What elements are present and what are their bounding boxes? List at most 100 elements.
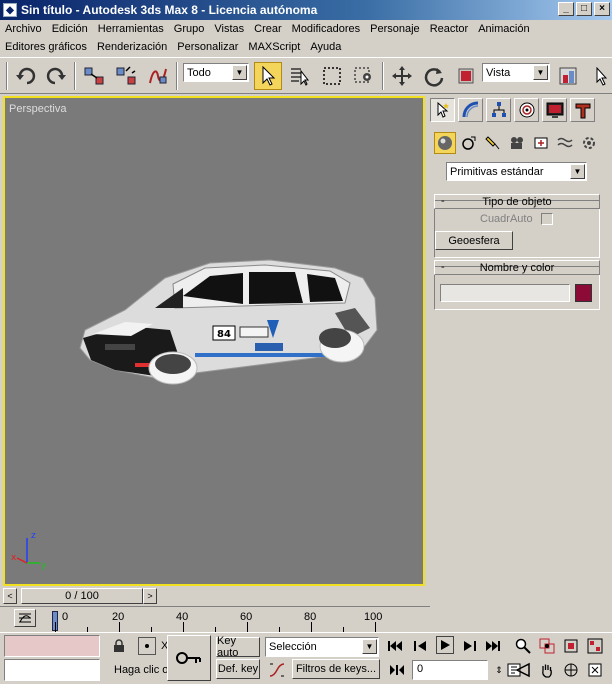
close-button[interactable]: ×	[594, 2, 610, 16]
next-frame-icon[interactable]	[460, 637, 478, 655]
window-title: Sin título - Autodesk 3ds Max 8 - Licenc…	[21, 3, 318, 17]
menu-editores-graficos[interactable]: Editores gráficos	[0, 41, 92, 53]
go-to-start-icon[interactable]	[386, 637, 404, 655]
lights-icon[interactable]	[482, 132, 504, 154]
menu-crear[interactable]: Crear	[249, 23, 287, 35]
systems-icon[interactable]	[578, 132, 600, 154]
perspective-viewport[interactable]: Perspectiva 84 z y x	[3, 96, 425, 586]
menu-vistas[interactable]: Vistas	[209, 23, 249, 35]
tab-modify[interactable]	[458, 98, 483, 122]
selection-filter-value: Todo	[187, 66, 211, 79]
space-warps-icon[interactable]	[554, 132, 576, 154]
time-slider-thumb[interactable]: 0 / 100	[21, 588, 143, 604]
zoom-all-icon[interactable]	[538, 637, 556, 655]
motion-icon	[519, 102, 534, 118]
play-icon[interactable]	[436, 636, 454, 654]
maxscript-listener-bottom[interactable]	[4, 659, 100, 681]
menu-renderizacion[interactable]: Renderización	[92, 41, 172, 53]
autogrid-label: CuadrAuto	[480, 213, 533, 225]
axis-y-label: y	[41, 561, 47, 571]
maxscript-listener-top[interactable]	[4, 635, 100, 657]
menu-ayuda[interactable]: Ayuda	[305, 41, 346, 53]
redo-icon[interactable]	[42, 62, 70, 90]
rotate-icon[interactable]	[420, 62, 448, 90]
maximize-viewport-icon[interactable]	[586, 661, 604, 679]
zoom-extents-icon[interactable]	[562, 637, 580, 655]
menu-bar-row-1: Archivo Edición Herramientas Grupo Vista…	[0, 20, 535, 38]
mini-curve-editor-icon[interactable]	[14, 609, 36, 627]
menu-maxscript[interactable]: MAXScript	[243, 41, 305, 53]
tab-hierarchy[interactable]	[486, 98, 511, 122]
absolute-mode-icon[interactable]	[138, 637, 156, 655]
menu-reactor[interactable]: Reactor	[425, 23, 474, 35]
chevron-right-icon[interactable]: >	[143, 588, 157, 604]
set-key-button[interactable]: Def. key	[216, 659, 260, 679]
move-icon[interactable]	[388, 62, 416, 90]
menu-modificadores[interactable]: Modificadores	[287, 23, 365, 35]
key-mode-toggle-icon[interactable]	[388, 661, 406, 679]
undo-icon[interactable]	[12, 62, 40, 90]
select-and-manipulate-icon[interactable]	[586, 62, 612, 90]
toolbar-separator	[176, 62, 178, 90]
object-category-dropdown[interactable]: Primitivas estándar ▼	[446, 162, 587, 181]
maximize-button[interactable]: □	[576, 2, 592, 16]
object-name-field[interactable]	[440, 284, 570, 302]
key-selection-dropdown[interactable]: Selección ▼	[265, 637, 379, 657]
key-filters-button[interactable]: Filtros de keys...	[292, 659, 380, 679]
window-crossing-icon[interactable]	[350, 62, 378, 90]
tab-motion[interactable]	[514, 98, 539, 122]
track-bar[interactable]: 0 20 40 60 80 100	[0, 606, 430, 632]
zoom-extents-all-icon[interactable]	[586, 637, 604, 655]
autogrid-checkbox[interactable]	[541, 213, 553, 225]
select-object-icon[interactable]	[254, 62, 282, 90]
object-color-swatch[interactable]	[575, 284, 592, 302]
geosphere-button[interactable]: Geoesfera	[435, 231, 513, 250]
menu-personaje[interactable]: Personaje	[365, 23, 425, 35]
menu-animacion[interactable]: Animación	[473, 23, 534, 35]
tab-create[interactable]	[430, 98, 455, 122]
field-of-view-icon[interactable]	[514, 661, 532, 679]
menu-archivo[interactable]: Archivo	[0, 23, 47, 35]
svg-text:84: 84	[217, 329, 231, 340]
reference-coordinate-value: Vista	[486, 66, 511, 79]
toolbar-separator	[382, 62, 384, 90]
current-frame-field[interactable]: 0	[412, 660, 488, 680]
name-color-rollout-header[interactable]: - Nombre y color	[434, 260, 600, 275]
main-toolbar: Todo ▼ Vista ▼	[0, 57, 612, 94]
menu-edicion[interactable]: Edición	[47, 23, 93, 35]
use-pivot-center-icon[interactable]	[554, 62, 582, 90]
unlink-selection-icon[interactable]	[112, 62, 140, 90]
tick-label: 40	[176, 611, 189, 623]
previous-frame-icon[interactable]	[412, 637, 430, 655]
arc-rotate-icon[interactable]	[562, 661, 580, 679]
geometry-icon[interactable]	[434, 132, 456, 154]
chevron-left-icon[interactable]: <	[3, 588, 17, 604]
default-in-out-tangents-icon[interactable]	[268, 661, 286, 679]
3ds-max-icon[interactable]: ◆	[3, 3, 17, 17]
car-model[interactable]: 84 z y x	[5, 98, 423, 584]
object-category-value: Primitivas estándar	[450, 165, 544, 178]
reference-coordinate-dropdown[interactable]: Vista ▼	[482, 63, 550, 82]
auto-key-button[interactable]: Key auto	[216, 635, 260, 659]
menu-herramientas[interactable]: Herramientas	[93, 23, 169, 35]
select-by-name-icon[interactable]	[286, 62, 314, 90]
menu-personalizar[interactable]: Personalizar	[172, 41, 243, 53]
rectangular-selection-icon[interactable]	[318, 62, 346, 90]
minimize-button[interactable]: _	[558, 2, 574, 16]
zoom-icon[interactable]	[514, 637, 532, 655]
tab-display[interactable]	[542, 98, 567, 122]
cameras-icon[interactable]	[506, 132, 528, 154]
pan-hand-icon[interactable]	[538, 661, 556, 679]
shapes-icon[interactable]	[458, 132, 480, 154]
scale-icon[interactable]	[452, 62, 480, 90]
object-type-rollout-header[interactable]: - Tipo de objeto	[434, 194, 600, 209]
menu-grupo[interactable]: Grupo	[169, 23, 210, 35]
tab-utilities[interactable]	[570, 98, 595, 122]
bind-to-space-warp-icon[interactable]	[144, 62, 172, 90]
helpers-icon[interactable]	[530, 132, 552, 154]
set-key-icon[interactable]	[167, 635, 211, 681]
select-and-link-icon[interactable]	[80, 62, 108, 90]
go-to-end-icon[interactable]	[484, 637, 502, 655]
selection-filter-dropdown[interactable]: Todo ▼	[183, 63, 249, 82]
lock-icon[interactable]	[110, 637, 128, 655]
